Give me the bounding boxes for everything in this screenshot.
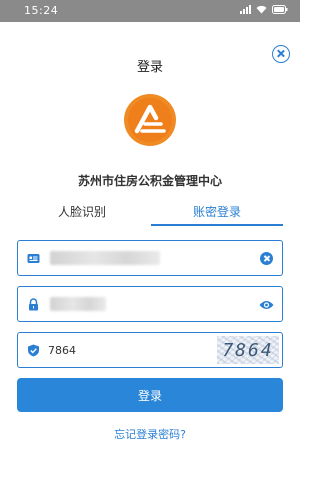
password-masked-value: [50, 297, 106, 311]
lock-icon: [29, 298, 38, 311]
active-tab-indicator: [151, 224, 283, 226]
shield-check-icon: [28, 344, 39, 357]
captcha-field: 7864: [17, 332, 283, 368]
clear-icon[interactable]: [260, 252, 273, 265]
page-title: 登录: [136, 60, 163, 75]
status-bar: 15:24: [0, 0, 300, 22]
wifi-icon: [256, 5, 267, 14]
username-masked-value: [50, 251, 160, 265]
login-button[interactable]: 登录: [17, 378, 283, 412]
username-field: [17, 240, 283, 276]
captcha-image[interactable]: 7864: [217, 336, 279, 364]
login-tabs: 人脸识别 账密登录: [17, 203, 283, 227]
status-time: 15:24: [24, 4, 59, 17]
captcha-image-text: 7864: [222, 339, 274, 361]
status-icons: [240, 5, 288, 14]
signal-icon: [240, 5, 251, 14]
password-field: [17, 286, 283, 322]
forgot-password-link[interactable]: 忘记登录密码?: [0, 426, 300, 442]
id-card-icon: [27, 254, 40, 263]
logo: [123, 93, 177, 147]
eye-icon[interactable]: [259, 299, 274, 311]
organization-name: 苏州市住房公积金管理中心: [77, 174, 222, 188]
close-icon[interactable]: [272, 45, 290, 63]
battery-icon: [272, 5, 288, 14]
captcha-input[interactable]: [48, 339, 188, 361]
logo-mark: [124, 94, 176, 146]
tab-face-recognition[interactable]: 人脸识别: [17, 203, 147, 227]
